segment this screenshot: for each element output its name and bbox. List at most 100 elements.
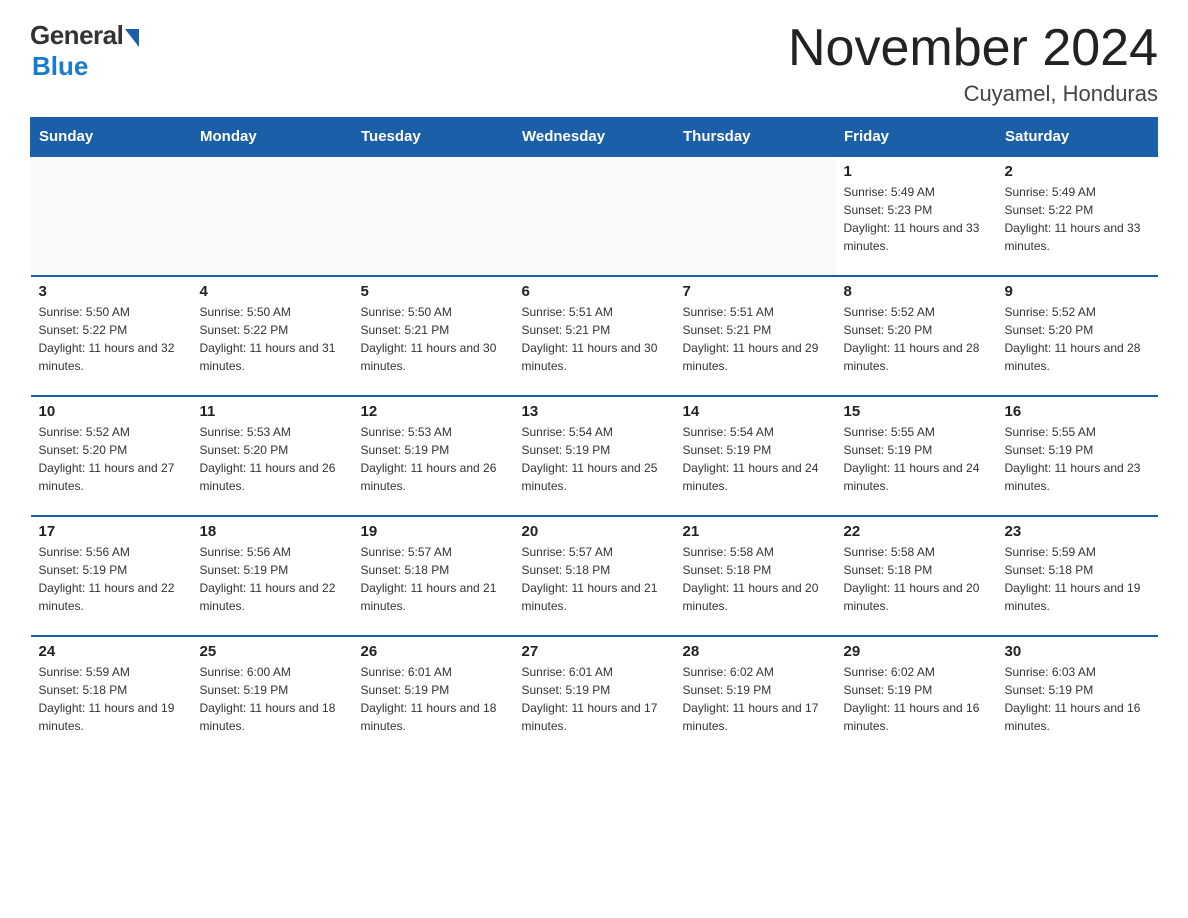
page-header: General Blue November 2024 Cuyamel, Hond…: [30, 20, 1158, 107]
day-number: 3: [39, 283, 184, 300]
calendar-day-cell: 18 Sunrise: 5:56 AMSunset: 5:19 PMDayligh…: [192, 516, 353, 636]
day-info: Sunrise: 5:50 AMSunset: 5:22 PMDaylight:…: [39, 303, 184, 375]
calendar-day-cell: [514, 156, 675, 276]
day-info: Sunrise: 5:59 AMSunset: 5:18 PMDaylight:…: [1005, 543, 1150, 615]
day-info: Sunrise: 6:01 AMSunset: 5:19 PMDaylight:…: [522, 663, 667, 735]
calendar-day-cell: 16 Sunrise: 5:55 AMSunset: 5:19 PMDayligh…: [997, 396, 1158, 516]
calendar-day-cell: 25 Sunrise: 6:00 AMSunset: 5:19 PMDayligh…: [192, 636, 353, 756]
calendar-day-cell: [192, 156, 353, 276]
calendar-day-cell: 19Sunrise: 5:57 AMSunset: 5:18 PMDayligh…: [353, 516, 514, 636]
page-title: November 2024: [788, 20, 1158, 77]
calendar-day-cell: [353, 156, 514, 276]
calendar-day-cell: [675, 156, 836, 276]
calendar-day-cell: [31, 156, 192, 276]
day-info: Sunrise: 6:02 AMSunset: 5:19 PMDaylight:…: [844, 663, 989, 735]
calendar-day-cell: 10 Sunrise: 5:52 AMSunset: 5:20 PMDayligh…: [31, 396, 192, 516]
calendar-header-row: SundayMondayTuesdayWednesdayThursdayFrid…: [31, 118, 1158, 157]
calendar-day-cell: 17 Sunrise: 5:56 AMSunset: 5:19 PMDayligh…: [31, 516, 192, 636]
day-number: 15: [844, 403, 989, 420]
calendar-day-cell: 11 Sunrise: 5:53 AMSunset: 5:20 PMDayligh…: [192, 396, 353, 516]
day-info: Sunrise: 6:03 AMSunset: 5:19 PMDaylight:…: [1005, 663, 1150, 735]
calendar-day-cell: 1Sunrise: 5:49 AMSunset: 5:23 PMDaylight…: [836, 156, 997, 276]
day-info: Sunrise: 5:50 AMSunset: 5:21 PMDaylight:…: [361, 303, 506, 375]
calendar-day-cell: 21Sunrise: 5:58 AMSunset: 5:18 PMDayligh…: [675, 516, 836, 636]
calendar-day-cell: 8 Sunrise: 5:52 AMSunset: 5:20 PMDaylight…: [836, 276, 997, 396]
calendar-day-cell: 27Sunrise: 6:01 AMSunset: 5:19 PMDayligh…: [514, 636, 675, 756]
day-number: 28: [683, 643, 828, 660]
day-number: 4: [200, 283, 345, 300]
calendar-day-header: Friday: [836, 118, 997, 157]
day-number: 21: [683, 523, 828, 540]
day-info: Sunrise: 5:52 AMSunset: 5:20 PMDaylight:…: [844, 303, 989, 375]
calendar-day-cell: 5 Sunrise: 5:50 AMSunset: 5:21 PMDaylight…: [353, 276, 514, 396]
day-number: 30: [1005, 643, 1150, 660]
day-number: 17: [39, 523, 184, 540]
day-info: Sunrise: 5:56 AMSunset: 5:19 PMDaylight:…: [200, 543, 345, 615]
calendar-day-cell: 24Sunrise: 5:59 AMSunset: 5:18 PMDayligh…: [31, 636, 192, 756]
day-number: 16: [1005, 403, 1150, 420]
day-info: Sunrise: 5:58 AMSunset: 5:18 PMDaylight:…: [844, 543, 989, 615]
calendar-day-cell: 28 Sunrise: 6:02 AMSunset: 5:19 PMDayligh…: [675, 636, 836, 756]
calendar-table: SundayMondayTuesdayWednesdayThursdayFrid…: [30, 117, 1158, 756]
day-info: Sunrise: 5:52 AMSunset: 5:20 PMDaylight:…: [39, 423, 184, 495]
calendar-day-cell: 30 Sunrise: 6:03 AMSunset: 5:19 PMDayligh…: [997, 636, 1158, 756]
day-number: 5: [361, 283, 506, 300]
calendar-day-cell: 13 Sunrise: 5:54 AMSunset: 5:19 PMDayligh…: [514, 396, 675, 516]
page-subtitle: Cuyamel, Honduras: [788, 81, 1158, 107]
day-number: 20: [522, 523, 667, 540]
day-number: 25: [200, 643, 345, 660]
day-info: Sunrise: 5:56 AMSunset: 5:19 PMDaylight:…: [39, 543, 184, 615]
day-info: Sunrise: 5:50 AMSunset: 5:22 PMDaylight:…: [200, 303, 345, 375]
day-number: 13: [522, 403, 667, 420]
calendar-day-cell: 15 Sunrise: 5:55 AMSunset: 5:19 PMDayligh…: [836, 396, 997, 516]
day-number: 12: [361, 403, 506, 420]
day-info: Sunrise: 5:57 AMSunset: 5:18 PMDaylight:…: [522, 543, 667, 615]
day-info: Sunrise: 5:54 AMSunset: 5:19 PMDaylight:…: [683, 423, 828, 495]
calendar-day-header: Wednesday: [514, 118, 675, 157]
day-info: Sunrise: 5:52 AMSunset: 5:20 PMDaylight:…: [1005, 303, 1150, 375]
day-info: Sunrise: 6:00 AMSunset: 5:19 PMDaylight:…: [200, 663, 345, 735]
logo: General Blue: [30, 20, 139, 82]
day-number: 23: [1005, 523, 1150, 540]
calendar-day-header: Sunday: [31, 118, 192, 157]
day-info: Sunrise: 5:55 AMSunset: 5:19 PMDaylight:…: [1005, 423, 1150, 495]
day-info: Sunrise: 5:49 AMSunset: 5:23 PMDaylight:…: [844, 183, 989, 255]
day-number: 2: [1005, 163, 1150, 180]
calendar-week-row: 10 Sunrise: 5:52 AMSunset: 5:20 PMDayligh…: [31, 396, 1158, 516]
day-info: Sunrise: 5:54 AMSunset: 5:19 PMDaylight:…: [522, 423, 667, 495]
calendar-day-cell: 26Sunrise: 6:01 AMSunset: 5:19 PMDayligh…: [353, 636, 514, 756]
day-number: 9: [1005, 283, 1150, 300]
day-number: 11: [200, 403, 345, 420]
title-area: November 2024 Cuyamel, Honduras: [788, 20, 1158, 107]
day-number: 19: [361, 523, 506, 540]
day-number: 10: [39, 403, 184, 420]
calendar-day-cell: 6 Sunrise: 5:51 AMSunset: 5:21 PMDaylight…: [514, 276, 675, 396]
day-info: Sunrise: 6:02 AMSunset: 5:19 PMDaylight:…: [683, 663, 828, 735]
day-info: Sunrise: 5:51 AMSunset: 5:21 PMDaylight:…: [522, 303, 667, 375]
day-number: 14: [683, 403, 828, 420]
calendar-week-row: 1Sunrise: 5:49 AMSunset: 5:23 PMDaylight…: [31, 156, 1158, 276]
calendar-day-cell: 2Sunrise: 5:49 AMSunset: 5:22 PMDaylight…: [997, 156, 1158, 276]
day-number: 6: [522, 283, 667, 300]
day-info: Sunrise: 5:51 AMSunset: 5:21 PMDaylight:…: [683, 303, 828, 375]
logo-general-text: General: [30, 20, 123, 51]
calendar-day-cell: 12 Sunrise: 5:53 AMSunset: 5:19 PMDayligh…: [353, 396, 514, 516]
calendar-day-header: Tuesday: [353, 118, 514, 157]
day-info: Sunrise: 5:53 AMSunset: 5:19 PMDaylight:…: [361, 423, 506, 495]
calendar-day-cell: 29Sunrise: 6:02 AMSunset: 5:19 PMDayligh…: [836, 636, 997, 756]
calendar-day-cell: 14 Sunrise: 5:54 AMSunset: 5:19 PMDayligh…: [675, 396, 836, 516]
day-number: 8: [844, 283, 989, 300]
calendar-day-cell: 20 Sunrise: 5:57 AMSunset: 5:18 PMDayligh…: [514, 516, 675, 636]
day-info: Sunrise: 5:55 AMSunset: 5:19 PMDaylight:…: [844, 423, 989, 495]
calendar-day-cell: 22Sunrise: 5:58 AMSunset: 5:18 PMDayligh…: [836, 516, 997, 636]
calendar-day-header: Monday: [192, 118, 353, 157]
calendar-week-row: 17 Sunrise: 5:56 AMSunset: 5:19 PMDayligh…: [31, 516, 1158, 636]
day-number: 26: [361, 643, 506, 660]
day-info: Sunrise: 5:53 AMSunset: 5:20 PMDaylight:…: [200, 423, 345, 495]
calendar-week-row: 3 Sunrise: 5:50 AMSunset: 5:22 PMDaylight…: [31, 276, 1158, 396]
calendar-day-cell: 7Sunrise: 5:51 AMSunset: 5:21 PMDaylight…: [675, 276, 836, 396]
day-number: 24: [39, 643, 184, 660]
day-number: 18: [200, 523, 345, 540]
logo-blue-text: Blue: [32, 51, 88, 82]
calendar-week-row: 24Sunrise: 5:59 AMSunset: 5:18 PMDayligh…: [31, 636, 1158, 756]
